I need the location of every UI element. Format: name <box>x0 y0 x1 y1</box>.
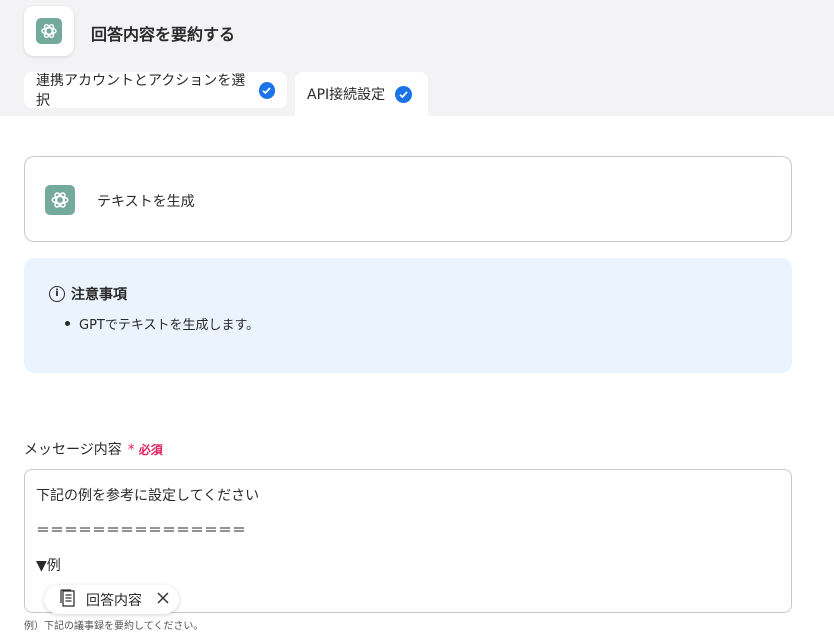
variable-chip[interactable]: 回答内容 <box>44 585 179 614</box>
notice-box: i 注意事項 GPTでテキストを生成します。 <box>24 258 792 373</box>
textarea-line: 下記の例を参考に設定してください <box>36 488 260 504</box>
openai-icon <box>45 185 75 215</box>
action-card[interactable]: テキストを生成 <box>24 156 792 242</box>
info-icon: i <box>49 286 65 302</box>
notice-item: GPTでテキストを生成します。 <box>65 314 259 333</box>
app-icon <box>24 6 74 56</box>
message-field-label: メッセージ内容 * 必須 <box>24 439 163 459</box>
tab-api-settings[interactable]: API接続設定 <box>295 72 428 116</box>
check-circle-icon <box>258 81 275 99</box>
openai-icon <box>36 18 62 44</box>
notice-item-text: GPTでテキストを生成します。 <box>79 318 260 333</box>
notice-heading: i 注意事項 <box>49 284 127 304</box>
document-icon <box>60 588 76 611</box>
check-circle-icon <box>395 85 413 103</box>
tab-label: 連携アカウントとアクションを選択 <box>36 73 246 109</box>
notice-title: 注意事項 <box>71 287 127 303</box>
page-title: 回答内容を要約する <box>91 25 236 44</box>
required-text: 必須 <box>138 443 163 457</box>
chip-label: 回答内容 <box>86 592 142 609</box>
action-label: テキストを生成 <box>97 194 195 210</box>
textarea-line: ▼例 <box>36 558 61 574</box>
required-mark: * <box>127 442 135 458</box>
field-label-text: メッセージ内容 <box>24 442 122 458</box>
field-hint: 例）下記の議事録を要約してください。 <box>24 621 204 632</box>
tab-label: API接続設定 <box>307 87 386 103</box>
tab-account-action[interactable]: 連携アカウントとアクションを選択 <box>24 72 287 109</box>
close-icon[interactable] <box>156 591 170 609</box>
textarea-line: ＝＝＝＝＝＝＝＝＝＝＝＝＝＝＝ <box>36 523 246 539</box>
bullet-icon <box>65 321 70 326</box>
